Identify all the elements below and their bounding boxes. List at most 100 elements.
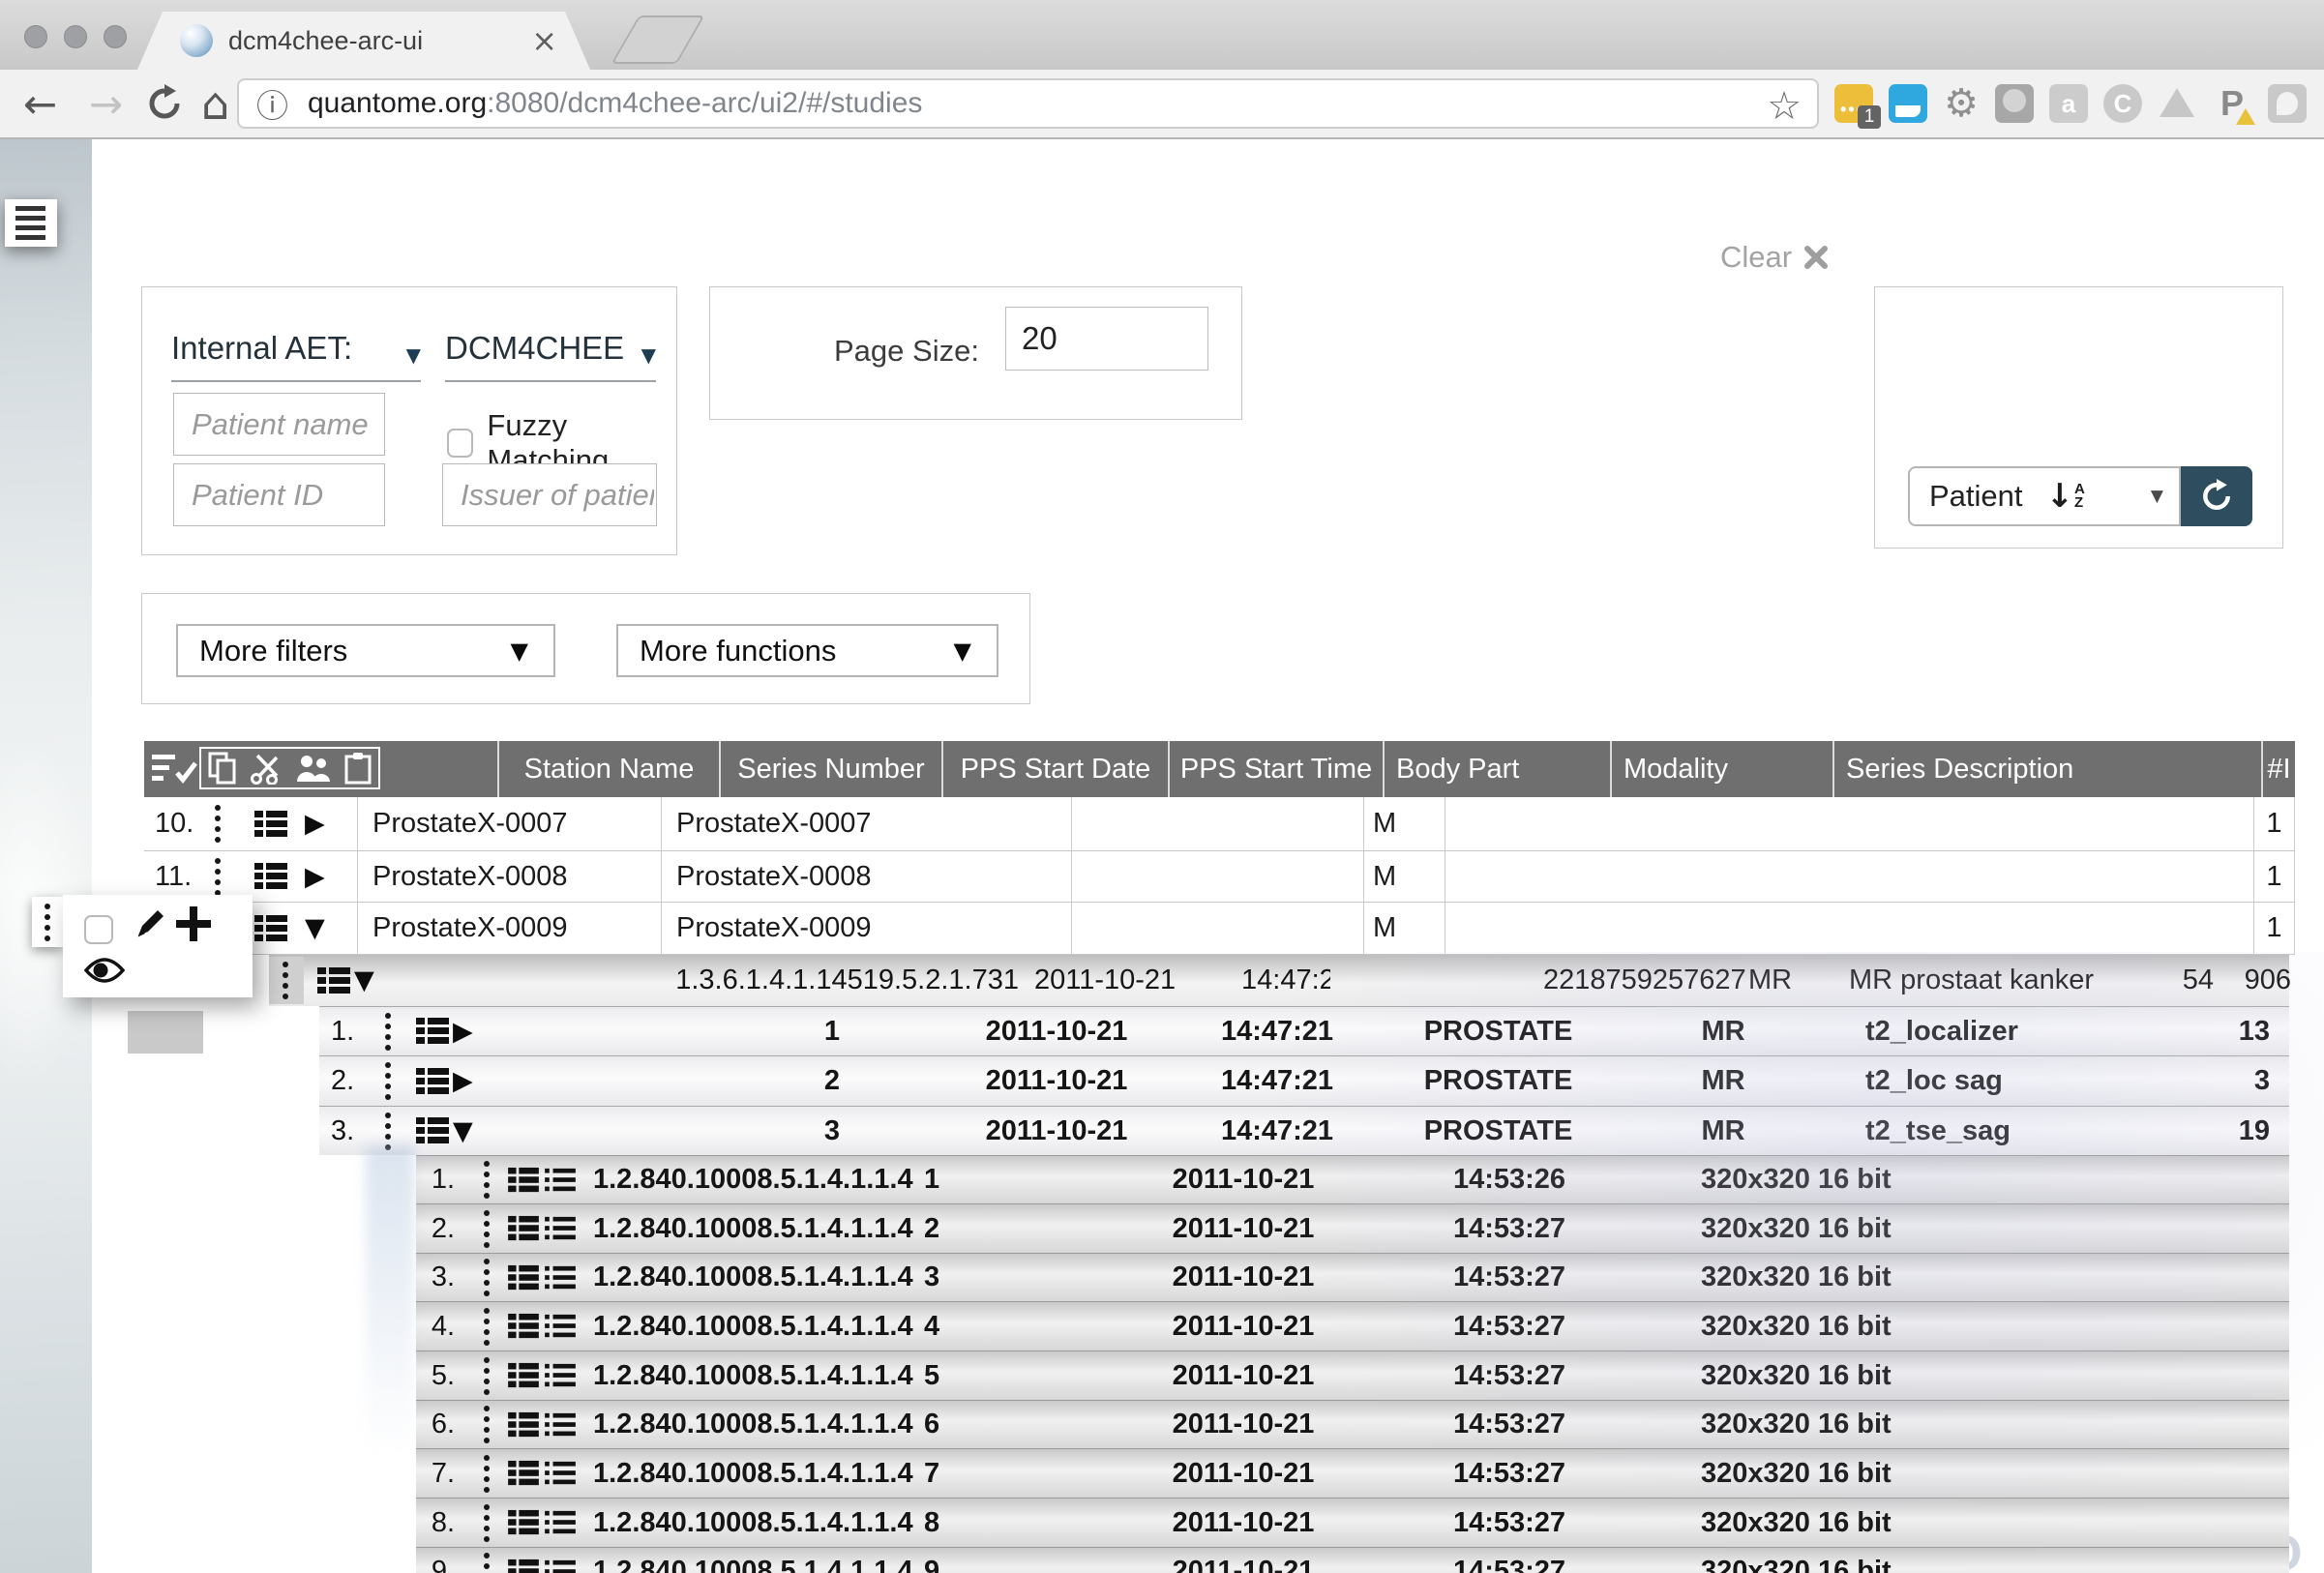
instance-row[interactable]: 1. 1.2.840.10008.5.1.4.1.1.4 1 2011-10-2… xyxy=(416,1155,2289,1203)
filter-list-check-icon[interactable] xyxy=(152,753,198,786)
attributes-list-icon[interactable] xyxy=(508,1204,539,1253)
instance-row[interactable]: 7. 1.2.840.10008.5.1.4.1.1.4 7 2011-10-2… xyxy=(416,1448,2289,1498)
header-pps-start-time[interactable]: PPS Start Time xyxy=(1170,741,1385,797)
study-row[interactable]: ▼ 1.3.6.1.4.1.14519.5.2.1.731 2011-10-21… xyxy=(269,955,2289,1006)
expand-icon[interactable]: ▶ xyxy=(453,1056,473,1106)
header-series-number[interactable]: Series Number xyxy=(721,741,943,797)
attributes-list-icon[interactable] xyxy=(508,1401,539,1448)
forward-button[interactable]: → xyxy=(89,70,123,137)
file-list-icon[interactable] xyxy=(545,1351,576,1400)
patient-id-input[interactable] xyxy=(173,463,385,526)
password-manager-extension-icon[interactable]: ••• 1 xyxy=(1834,84,1873,123)
attributes-list-icon[interactable] xyxy=(317,955,350,1006)
row-menu-icon[interactable] xyxy=(484,1401,490,1448)
file-list-icon[interactable] xyxy=(545,1401,576,1448)
more-functions-select[interactable]: More functions ▼ xyxy=(616,624,998,677)
paste-clipboard-icon[interactable] xyxy=(344,752,372,785)
browser-extension-icon[interactable] xyxy=(2268,84,2307,123)
back-button[interactable]: ← xyxy=(23,70,57,137)
header-num-instances[interactable]: #I xyxy=(2263,741,2295,797)
collapse-icon[interactable]: ▼ xyxy=(305,903,325,954)
row-menu-icon[interactable] xyxy=(385,1007,391,1055)
page-size-input[interactable] xyxy=(1005,307,1208,371)
home-button[interactable]: ⌂ xyxy=(201,70,229,137)
attributes-list-icon[interactable] xyxy=(508,1548,539,1573)
settings-gear-extension-icon[interactable]: ⚙ xyxy=(1942,84,1981,123)
row-menu-icon[interactable] xyxy=(484,1548,490,1573)
header-body-part[interactable]: Body Part xyxy=(1385,741,1612,797)
window-close-button[interactable] xyxy=(24,25,47,48)
file-list-icon[interactable] xyxy=(545,1156,576,1203)
instance-row[interactable]: 5. 1.2.840.10008.5.1.4.1.1.4 5 2011-10-2… xyxy=(416,1350,2289,1400)
series-row-expanded[interactable]: 3. ▼ 3 2011-10-21 14:47:21 PROSTATE MR t… xyxy=(319,1106,2289,1155)
collapse-icon[interactable]: ▼ xyxy=(453,1107,473,1155)
page-info-icon[interactable]: ⓘ xyxy=(256,80,288,127)
attributes-list-icon[interactable] xyxy=(416,1107,449,1155)
header-series-description[interactable]: Series Description xyxy=(1834,741,2263,797)
row-menu-icon[interactable] xyxy=(215,797,221,850)
instance-row[interactable]: 8. 1.2.840.10008.5.1.4.1.1.4 8 2011-10-2… xyxy=(416,1498,2289,1547)
instance-row[interactable]: 4. 1.2.840.10008.5.1.4.1.1.4 4 2011-10-2… xyxy=(416,1301,2289,1350)
bookmark-star-icon[interactable]: ☆ xyxy=(1767,84,1802,129)
attributes-list-icon[interactable] xyxy=(254,797,287,850)
file-list-icon[interactable] xyxy=(545,1204,576,1253)
pdf-extension-icon[interactable]: P xyxy=(2213,84,2251,123)
edit-pencil-icon[interactable] xyxy=(133,905,169,941)
header-pps-start-date[interactable]: PPS Start Date xyxy=(943,741,1170,797)
row-menu-handle[interactable] xyxy=(32,897,63,947)
attributes-list-icon[interactable] xyxy=(508,1156,539,1203)
chat-extension-icon[interactable]: a xyxy=(2049,84,2088,123)
add-plus-icon[interactable] xyxy=(174,905,213,943)
attributes-list-icon[interactable] xyxy=(508,1449,539,1498)
row-menu-icon[interactable] xyxy=(484,1449,490,1498)
instance-row[interactable]: 9. 1.2.840.10008.5.1.4.1.1.4 9 2011-10-2… xyxy=(416,1547,2289,1573)
copy-icon[interactable] xyxy=(208,752,237,785)
file-list-icon[interactable] xyxy=(545,1449,576,1498)
attributes-list-icon[interactable] xyxy=(416,1007,449,1055)
refresh-button[interactable] xyxy=(2181,466,2252,526)
row-menu-icon[interactable] xyxy=(385,1056,391,1106)
patient-row-expanded[interactable]: ▼ ProstateX-0009 ProstateX-0009 M 1 xyxy=(144,903,2295,955)
file-list-icon[interactable] xyxy=(545,1302,576,1350)
notes-extension-icon[interactable] xyxy=(1889,84,1927,123)
drive-extension-icon[interactable] xyxy=(2158,84,2196,123)
url-bar[interactable]: ⓘ quantome.org:8080/dcm4chee-arc/ui2/#/s… xyxy=(237,78,1819,129)
menu-hamburger-button[interactable] xyxy=(5,199,57,247)
expand-icon[interactable]: ▶ xyxy=(305,797,325,850)
header-modality[interactable]: Modality xyxy=(1612,741,1834,797)
attributes-list-icon[interactable] xyxy=(508,1351,539,1400)
row-menu-icon[interactable] xyxy=(283,955,288,1006)
attributes-list-icon[interactable] xyxy=(254,903,287,954)
row-menu-icon[interactable] xyxy=(484,1351,490,1400)
reload-button[interactable] xyxy=(145,70,184,137)
file-list-icon[interactable] xyxy=(545,1499,576,1547)
expand-icon[interactable]: ▶ xyxy=(305,851,325,902)
browser-tab[interactable]: dcm4chee-arc-ui × xyxy=(137,12,590,70)
profile-extension-icon[interactable] xyxy=(1995,84,2034,123)
checkbox-icon[interactable] xyxy=(447,429,473,458)
issuer-of-patient-input[interactable] xyxy=(442,463,657,526)
attributes-list-icon[interactable] xyxy=(508,1302,539,1350)
order-by-select[interactable]: Patient ↓ AZ ▼ xyxy=(1908,466,2181,526)
instance-row[interactable]: 3. 1.2.840.10008.5.1.4.1.1.4 3 2011-10-2… xyxy=(416,1253,2289,1301)
more-filters-select[interactable]: More filters ▼ xyxy=(176,624,555,677)
patient-row[interactable]: 10. ▶ ProstateX-0007 ProstateX-0007 M 1 xyxy=(144,797,2295,851)
clear-button[interactable]: Clear xyxy=(1720,240,1829,275)
attributes-list-icon[interactable] xyxy=(508,1499,539,1547)
cut-scissors-icon[interactable] xyxy=(250,752,283,785)
attributes-list-icon[interactable] xyxy=(416,1056,449,1106)
instance-row[interactable]: 2. 1.2.840.10008.5.1.4.1.1.4 2 2011-10-2… xyxy=(416,1203,2289,1253)
select-row-checkbox[interactable] xyxy=(84,915,113,944)
internal-aet-select[interactable]: Internal AET: ▼ xyxy=(171,330,421,382)
row-menu-icon[interactable] xyxy=(484,1204,490,1253)
tab-close-icon[interactable]: × xyxy=(531,25,557,56)
window-zoom-button[interactable] xyxy=(104,25,127,48)
view-eye-icon[interactable] xyxy=(84,955,125,986)
file-list-icon[interactable] xyxy=(545,1254,576,1301)
c-extension-icon[interactable]: C xyxy=(2103,84,2142,123)
row-menu-icon[interactable] xyxy=(484,1302,490,1350)
series-row[interactable]: 1. ▶ 1 2011-10-21 14:47:21 PROSTATE MR t… xyxy=(319,1006,2289,1055)
merge-patients-icon[interactable] xyxy=(295,753,332,784)
file-list-icon[interactable] xyxy=(545,1548,576,1573)
new-tab-button[interactable] xyxy=(611,15,705,64)
